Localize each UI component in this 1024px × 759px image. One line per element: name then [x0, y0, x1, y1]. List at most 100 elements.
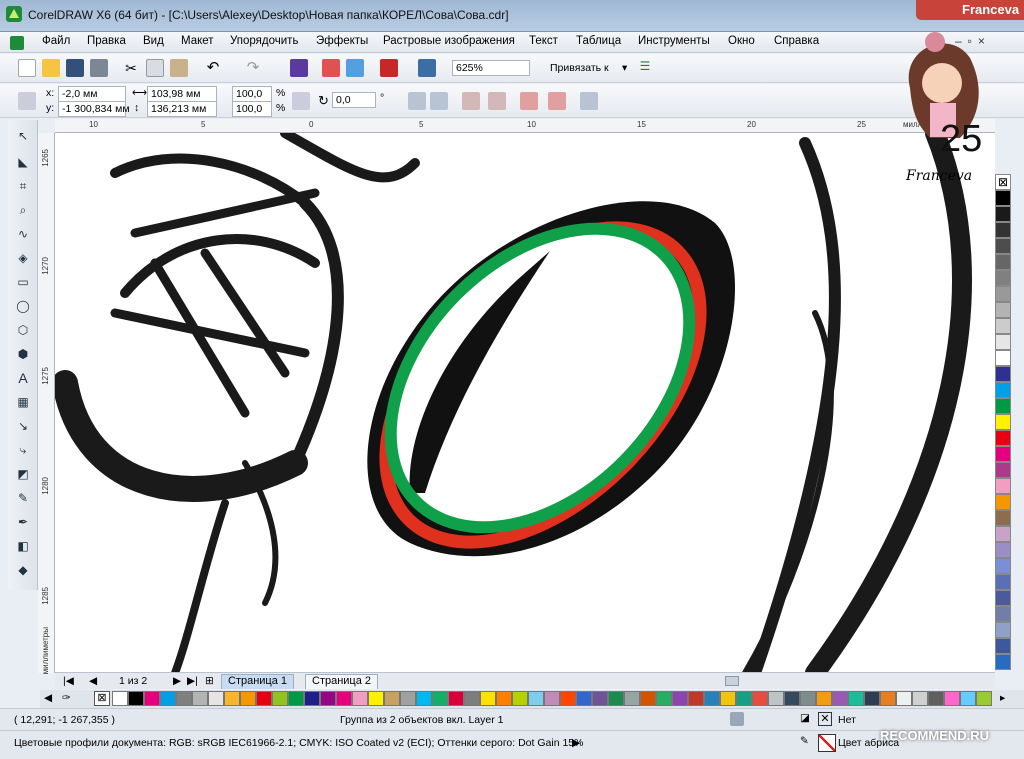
- color-swatch[interactable]: [352, 691, 368, 706]
- palette-expand-icon[interactable]: ▸: [1000, 692, 1005, 704]
- menu-text[interactable]: Текст: [529, 35, 558, 47]
- color-swatch[interactable]: [995, 286, 1011, 302]
- options-icon[interactable]: ☰: [636, 59, 654, 77]
- color-swatch[interactable]: [784, 691, 800, 706]
- color-swatch[interactable]: [304, 691, 320, 706]
- width-input[interactable]: 103,98 мм: [147, 86, 217, 102]
- redo-icon[interactable]: ↷: [244, 59, 262, 77]
- color-swatch[interactable]: [480, 691, 496, 706]
- color-swatch[interactable]: [416, 691, 432, 706]
- menu-file[interactable]: Файл: [42, 35, 70, 47]
- menu-view[interactable]: Вид: [143, 35, 164, 47]
- color-swatch[interactable]: [995, 542, 1011, 558]
- color-swatch[interactable]: [432, 691, 448, 706]
- color-swatch[interactable]: [995, 574, 1011, 590]
- color-swatch[interactable]: [995, 414, 1011, 430]
- color-swatch[interactable]: [800, 691, 816, 706]
- print-icon[interactable]: [90, 59, 108, 77]
- color-swatch[interactable]: [640, 691, 656, 706]
- menu-table[interactable]: Таблица: [576, 35, 621, 47]
- next-page-icon[interactable]: ▶: [173, 675, 181, 687]
- color-swatch[interactable]: [995, 494, 1011, 510]
- color-swatch[interactable]: [512, 691, 528, 706]
- menu-effects[interactable]: Эффекты: [316, 35, 368, 47]
- eyedropper-icon[interactable]: ✑: [62, 692, 71, 704]
- y-position-input[interactable]: -1 300,834 мм: [58, 101, 130, 117]
- x-position-input[interactable]: -2,0 мм: [58, 86, 126, 102]
- color-swatch[interactable]: [995, 238, 1011, 254]
- color-swatch[interactable]: [912, 691, 928, 706]
- publish-pdf-icon[interactable]: [380, 59, 398, 77]
- import-icon[interactable]: [322, 59, 340, 77]
- color-swatch[interactable]: [496, 691, 512, 706]
- snap-status-icon[interactable]: [730, 712, 744, 726]
- combine-icon[interactable]: [520, 92, 538, 110]
- color-swatch[interactable]: [288, 691, 304, 706]
- outline-pen-icon[interactable]: ✒: [13, 512, 33, 532]
- color-swatch[interactable]: [720, 691, 736, 706]
- color-swatch[interactable]: [672, 691, 688, 706]
- scale-x-input[interactable]: 100,0: [232, 86, 272, 102]
- height-input[interactable]: 136,213 мм: [147, 101, 217, 117]
- break-apart-icon[interactable]: [548, 92, 566, 110]
- color-swatch[interactable]: [995, 654, 1011, 670]
- first-page-icon[interactable]: |◀: [63, 675, 74, 687]
- zoom-select[interactable]: 625%: [452, 60, 530, 76]
- color-swatch[interactable]: [995, 254, 1011, 270]
- pick-tool-icon[interactable]: ↖: [13, 126, 33, 146]
- color-swatch[interactable]: [896, 691, 912, 706]
- add-page-icon[interactable]: ⊞: [205, 675, 214, 687]
- color-swatch[interactable]: [995, 622, 1011, 638]
- no-fill-swatch[interactable]: ⊠: [94, 691, 110, 706]
- color-swatch[interactable]: [995, 382, 1011, 398]
- color-swatch[interactable]: [368, 691, 384, 706]
- menu-layout[interactable]: Макет: [181, 35, 214, 47]
- crop-tool-icon[interactable]: ⌗: [13, 176, 33, 196]
- color-swatch[interactable]: [240, 691, 256, 706]
- paste-icon[interactable]: [170, 59, 188, 77]
- color-swatch[interactable]: [995, 366, 1011, 382]
- interactive-fill-icon[interactable]: ◆: [13, 560, 33, 580]
- open-folder-icon[interactable]: [42, 59, 60, 77]
- new-document-icon[interactable]: [18, 59, 36, 77]
- color-swatch[interactable]: [995, 430, 1011, 446]
- color-swatch[interactable]: [995, 446, 1011, 462]
- color-swatch[interactable]: [832, 691, 848, 706]
- color-swatch[interactable]: [995, 462, 1011, 478]
- color-swatch[interactable]: [448, 691, 464, 706]
- basic-shapes-icon[interactable]: ⬢: [13, 344, 33, 364]
- color-swatch[interactable]: [656, 691, 672, 706]
- zoom-tool-icon[interactable]: ⌕: [13, 200, 33, 220]
- window-titlebar[interactable]: CorelDRAW X6 (64 бит) - [C:\Users\Alexey…: [0, 0, 1024, 32]
- color-swatch[interactable]: [995, 222, 1011, 238]
- color-swatch[interactable]: [128, 691, 144, 706]
- color-swatch[interactable]: [976, 691, 992, 706]
- polygon-tool-icon[interactable]: ⬡: [13, 320, 33, 340]
- dimension-tool-icon[interactable]: ↘: [13, 416, 33, 436]
- connector-tool-icon[interactable]: ⤷: [13, 440, 33, 460]
- color-swatch[interactable]: [995, 350, 1011, 366]
- color-swatch[interactable]: [272, 691, 288, 706]
- color-swatch[interactable]: [752, 691, 768, 706]
- color-swatch[interactable]: [112, 691, 128, 706]
- color-swatch[interactable]: [160, 691, 176, 706]
- color-swatch[interactable]: [995, 318, 1011, 334]
- color-swatch[interactable]: [995, 334, 1011, 350]
- color-swatch[interactable]: [736, 691, 752, 706]
- mirror-vertical-icon[interactable]: [430, 92, 448, 110]
- color-swatch[interactable]: [995, 206, 1011, 222]
- menu-help[interactable]: Справка: [774, 35, 819, 47]
- export-icon[interactable]: [346, 59, 364, 77]
- color-swatch[interactable]: [688, 691, 704, 706]
- table-tool-icon[interactable]: ▦: [13, 392, 33, 412]
- fill-none-swatch[interactable]: ✕: [818, 712, 832, 726]
- menu-edit[interactable]: Правка: [87, 35, 126, 47]
- vertical-ruler[interactable]: 1265 1270 1275 1280 1285 миллиметры: [38, 133, 55, 674]
- color-swatch[interactable]: [944, 691, 960, 706]
- color-swatch[interactable]: [576, 691, 592, 706]
- color-swatch[interactable]: [592, 691, 608, 706]
- color-swatch[interactable]: [995, 526, 1011, 542]
- menu-arrange[interactable]: Упорядочить: [230, 35, 298, 47]
- chevron-right-icon[interactable]: ▶: [572, 737, 580, 749]
- search-content-icon[interactable]: [290, 59, 308, 77]
